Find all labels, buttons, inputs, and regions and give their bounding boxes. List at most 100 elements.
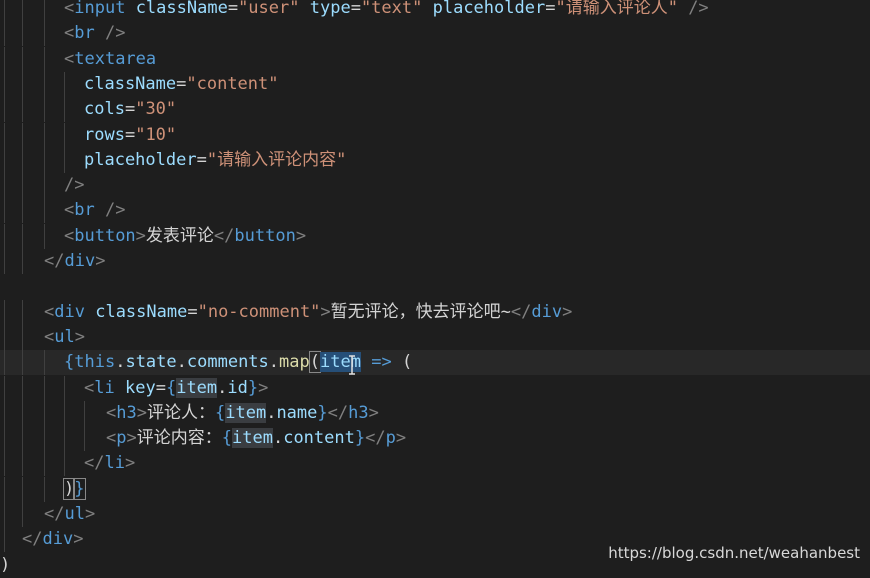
indent-guide (64, 147, 65, 173)
indent-guide (4, 249, 5, 274)
indent-guide (4, 527, 5, 553)
code-token: } (73, 477, 86, 500)
code-token: < (64, 0, 75, 18)
code-line[interactable]: </div> (0, 249, 870, 274)
indent-guide (84, 400, 85, 426)
indent-guide (4, 299, 5, 325)
code-token: . (266, 402, 277, 423)
code-token: id (227, 377, 248, 398)
code-line[interactable]: placeholder="请输入评论内容" (0, 147, 870, 173)
code-line[interactable]: <h3>评论人：{item.name}</h3> (0, 400, 870, 426)
code-token: p (116, 428, 127, 449)
indent-guide (4, 46, 5, 72)
indent-guide (22, 71, 23, 97)
code-token: button (74, 225, 136, 246)
indent-guide (64, 400, 65, 426)
code-token: . (115, 352, 126, 373)
code-token: = (124, 124, 136, 145)
code-token: className (84, 73, 177, 94)
indent-guide (84, 426, 85, 452)
code-line[interactable]: className="content" (0, 71, 870, 97)
code-token: = (196, 149, 207, 170)
code-token: div (64, 251, 96, 271)
indent-guide (64, 451, 65, 477)
indent-guide (44, 451, 45, 477)
code-line[interactable]: <ul> (0, 324, 870, 350)
code-line[interactable]: cols="30" (0, 97, 870, 123)
code-line[interactable] (0, 274, 870, 299)
code-token: className (95, 301, 188, 322)
indent-guide (22, 46, 23, 72)
code-token: </ (213, 225, 235, 246)
code-line[interactable]: <br /> (0, 198, 870, 224)
code-token: button (234, 225, 296, 246)
indent-guide (44, 46, 45, 72)
code-token: "请输入评论人" (555, 0, 678, 18)
code-line[interactable]: <p>评论内容：{item.content}</p> (0, 426, 870, 452)
indent-guide (64, 97, 65, 123)
indent-guide (22, 502, 23, 527)
indent-guide (4, 71, 5, 97)
code-token: /> (104, 23, 126, 44)
code-line[interactable]: <li key={item.id}> (0, 375, 870, 401)
code-line[interactable]: </li> (0, 451, 870, 477)
indent-guide (22, 147, 23, 173)
code-token: } (317, 402, 328, 423)
indent-guide (22, 426, 23, 452)
code-token: "请输入评论内容" (206, 149, 347, 170)
code-token: . (268, 352, 280, 373)
code-line-text: )} (63, 477, 86, 502)
code-token: item (232, 428, 273, 449)
indent-guide (22, 223, 23, 249)
indent-guide (44, 122, 45, 148)
indent-guide (44, 147, 45, 173)
code-line[interactable]: </ul> (0, 502, 870, 527)
code-line[interactable]: <textarea (0, 46, 870, 72)
code-line[interactable]: )} (0, 476, 870, 502)
code-token: < (106, 402, 117, 423)
code-token: > (295, 225, 307, 246)
code-line[interactable]: <div className="no-comment">暂无评论，快去评论吧~<… (0, 299, 870, 325)
code-token: > (135, 225, 146, 246)
code-line[interactable]: <button>发表评论</button> (0, 223, 870, 249)
code-token: /> (688, 0, 709, 18)
code-line[interactable]: rows="10" (0, 122, 870, 148)
code-token: item (176, 377, 218, 398)
code-line[interactable]: <br /> (0, 21, 870, 47)
code-line[interactable]: /> (0, 173, 870, 199)
code-line-text: <button>发表评论</button> (64, 224, 306, 249)
indent-guide (44, 375, 45, 401)
code-token: </ (84, 453, 105, 474)
indent-guide (4, 97, 5, 123)
indent-guide (44, 223, 45, 249)
code-token: { (214, 402, 226, 423)
code-token: = (350, 0, 361, 18)
indent-guide (22, 249, 23, 274)
indent-guide (22, 476, 23, 502)
code-token: div (531, 301, 563, 322)
indent-guide (44, 198, 45, 224)
indent-guide (22, 122, 23, 148)
code-token: "content" (186, 73, 279, 94)
indent-guide (22, 375, 23, 401)
code-token: textarea (74, 48, 157, 69)
code-token: = (176, 73, 187, 94)
indent-guide (44, 173, 45, 199)
indent-guide (64, 375, 65, 401)
code-token: > (124, 453, 136, 474)
code-token: . (176, 352, 187, 373)
code-token: > (368, 402, 379, 423)
code-editor[interactable]: <input className="user" type="text" plac… (0, 0, 870, 575)
code-token: </ (44, 504, 65, 524)
indent-guide (22, 451, 23, 477)
code-token: item (225, 402, 267, 423)
code-line[interactable]: {this.state.comments.map(item => ( (0, 350, 870, 376)
code-line-text: /> (64, 173, 84, 198)
code-token: > (258, 377, 269, 398)
code-token: < (44, 301, 55, 322)
code-token: => (371, 352, 392, 373)
code-token: this (74, 352, 116, 373)
code-line[interactable]: <input className="user" type="text" plac… (0, 0, 870, 21)
